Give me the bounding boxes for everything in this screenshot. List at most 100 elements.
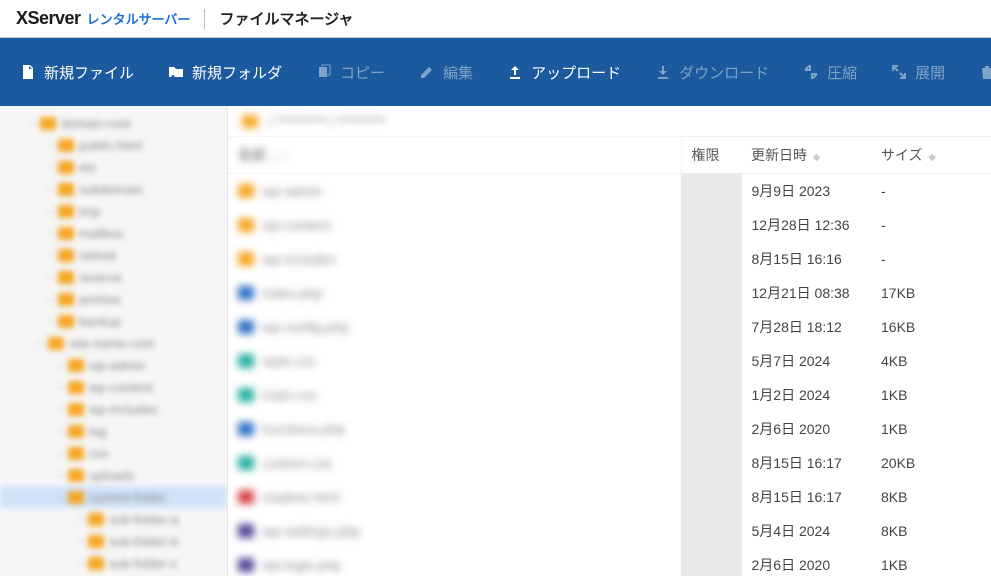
tree-toggle-icon[interactable]: – <box>46 184 56 195</box>
tree-item[interactable]: –reserve <box>0 266 227 288</box>
table-row[interactable]: wp-config.php 7月28日 18:1216KB <box>228 310 991 344</box>
table-row[interactable]: functions.php2月6日 20201KB <box>228 412 991 446</box>
delete-icon <box>979 64 991 80</box>
tree-item-label: css <box>89 446 109 461</box>
table-row[interactable]: custom.css8月15日 16:1720KB <box>228 446 991 480</box>
tree-item[interactable]: –sub-folder-b <box>0 530 227 552</box>
tree-toggle-icon[interactable]: – <box>46 206 56 217</box>
tree-item[interactable]: –etc <box>0 156 227 178</box>
cell-name[interactable]: index.php <box>228 276 681 310</box>
logo: XServer レンタルサーバー <box>16 8 190 29</box>
cell-name[interactable]: wp-login.php <box>228 548 681 576</box>
tree-toggle-icon[interactable]: – <box>76 536 86 547</box>
tree-toggle-icon[interactable]: – <box>46 316 56 327</box>
tree-item[interactable]: –public-html <box>0 134 227 156</box>
tree-toggle-icon[interactable]: – <box>46 228 56 239</box>
cell-size: 16KB <box>871 310 991 344</box>
tree-item[interactable]: – log <box>0 420 227 442</box>
col-header-size[interactable]: サイズ ◆ <box>871 137 991 174</box>
cell-name[interactable]: wp-config.php <box>228 310 681 344</box>
table-row[interactable]: wp-login.php2月6日 20201KB <box>228 548 991 576</box>
tree-item[interactable]: –subdomain <box>0 178 227 200</box>
tree-item[interactable]: –retired <box>0 244 227 266</box>
table-row[interactable]: wp-includes8月15日 16:16- <box>228 242 991 276</box>
tree-item[interactable]: –uploads <box>0 464 227 486</box>
copy-button[interactable]: コピー <box>316 62 385 83</box>
tree-item[interactable]: –wp-admin <box>0 354 227 376</box>
col-header-perm[interactable]: 権限 <box>681 137 741 174</box>
tree-toggle-icon[interactable]: – <box>56 470 66 481</box>
table-row[interactable]: style.css5月7日 20244KB <box>228 344 991 378</box>
cell-name[interactable]: functions.php <box>228 412 681 446</box>
tree-toggle-icon[interactable]: – <box>56 426 66 437</box>
cell-size: - <box>871 208 991 242</box>
tree-item[interactable]: –site-name-com <box>0 332 227 354</box>
tree-item-label: log <box>89 424 106 439</box>
folder-icon <box>58 293 74 306</box>
tree-toggle-icon[interactable]: – <box>46 140 56 151</box>
tree-item[interactable]: –backup <box>0 310 227 332</box>
folder-icon <box>58 227 74 240</box>
cell-date: 12月28日 12:36 <box>741 208 871 242</box>
edit-button[interactable]: 編集 <box>419 62 473 83</box>
tree-item[interactable]: –wp-includes <box>0 398 227 420</box>
cell-name[interactable]: main.css <box>228 378 681 412</box>
tree-item[interactable]: –wp-content <box>0 376 227 398</box>
tree-toggle-icon[interactable]: – <box>56 404 66 415</box>
compress-button[interactable]: 圧縮 <box>803 62 857 83</box>
tree-toggle-icon[interactable]: – <box>46 272 56 283</box>
upload-button[interactable]: アップロード <box>507 62 621 83</box>
tree-toggle-icon[interactable]: – <box>76 514 86 525</box>
new-file-button[interactable]: 新規ファイル <box>20 62 134 83</box>
tree-item[interactable]: –tmp <box>0 200 227 222</box>
sort-icon: ▲▼ <box>269 152 289 163</box>
tree-item[interactable]: – css <box>0 442 227 464</box>
tree-toggle-icon[interactable]: – <box>76 558 86 569</box>
tree-toggle-icon[interactable]: – <box>46 162 56 173</box>
breadcrumb-path: / ********* / ********* <box>269 113 387 129</box>
tree-toggle-icon[interactable]: – <box>28 118 38 129</box>
table-row[interactable]: readme.html8月15日 16:178KB <box>228 480 991 514</box>
file-name-label: functions.php <box>262 421 345 437</box>
delete-button[interactable]: 削除 <box>979 62 991 83</box>
tree-toggle-icon[interactable]: – <box>46 250 56 261</box>
new-folder-button[interactable]: 新規フォルダ <box>168 62 282 83</box>
tree-item[interactable]: –domain-root <box>0 112 227 134</box>
cell-name[interactable]: wp-includes <box>228 242 681 276</box>
tree-toggle-icon[interactable]: – <box>56 492 66 503</box>
cell-name[interactable]: wp-content <box>228 208 681 242</box>
breadcrumb[interactable]: / ********* / ********* <box>228 106 991 136</box>
tree-item-label: sub-folder-c <box>109 556 178 571</box>
tree-item[interactable]: –mailbox <box>0 222 227 244</box>
cell-date: 9月9日 2023 <box>741 174 871 209</box>
cell-name[interactable]: wp-settings.php <box>228 514 681 548</box>
table-row[interactable]: index.php12月21日 08:3817KB <box>228 276 991 310</box>
new-folder-label: 新規フォルダ <box>192 62 282 83</box>
tree-item[interactable]: – sub-folder-c <box>0 552 227 574</box>
table-row[interactable]: wp-admin9月9日 2023- <box>228 174 991 209</box>
col-header-date[interactable]: 更新日時 ◆ <box>741 137 871 174</box>
col-header-name[interactable]: 名前▲▼ <box>228 137 681 174</box>
table-row[interactable]: wp-settings.php5月4日 20248KB <box>228 514 991 548</box>
tree-toggle-icon[interactable]: – <box>46 294 56 305</box>
cell-name[interactable]: wp-admin <box>228 174 681 209</box>
tree-toggle-icon[interactable]: – <box>56 360 66 371</box>
tree-item[interactable]: –archive <box>0 288 227 310</box>
tree-toggle-icon[interactable]: – <box>56 448 66 459</box>
cell-date: 7月28日 18:12 <box>741 310 871 344</box>
cell-name[interactable]: readme.html <box>228 480 681 514</box>
tree-toggle-icon[interactable]: – <box>56 382 66 393</box>
tree-toggle-icon[interactable]: – <box>36 338 46 349</box>
extract-label: 展開 <box>915 62 945 83</box>
cell-name[interactable]: style.css <box>228 344 681 378</box>
tree-item[interactable]: –sub-folder-a <box>0 508 227 530</box>
file-name-label: wp-login.php <box>262 557 341 573</box>
extract-button[interactable]: 展開 <box>891 62 945 83</box>
table-row[interactable]: wp-content 12月28日 12:36- <box>228 208 991 242</box>
file-table-wrap: 名前▲▼ 権限 更新日時 ◆ サイズ ◆ wp-admin9月9日 2023-w… <box>228 136 991 576</box>
folder-tree[interactable]: –domain-root–public-html–etc–subdomain–t… <box>0 106 228 576</box>
table-row[interactable]: main.css1月2日 20241KB <box>228 378 991 412</box>
download-button[interactable]: ダウンロード <box>655 62 769 83</box>
tree-item[interactable]: –current-folder <box>0 486 227 508</box>
cell-name[interactable]: custom.css <box>228 446 681 480</box>
